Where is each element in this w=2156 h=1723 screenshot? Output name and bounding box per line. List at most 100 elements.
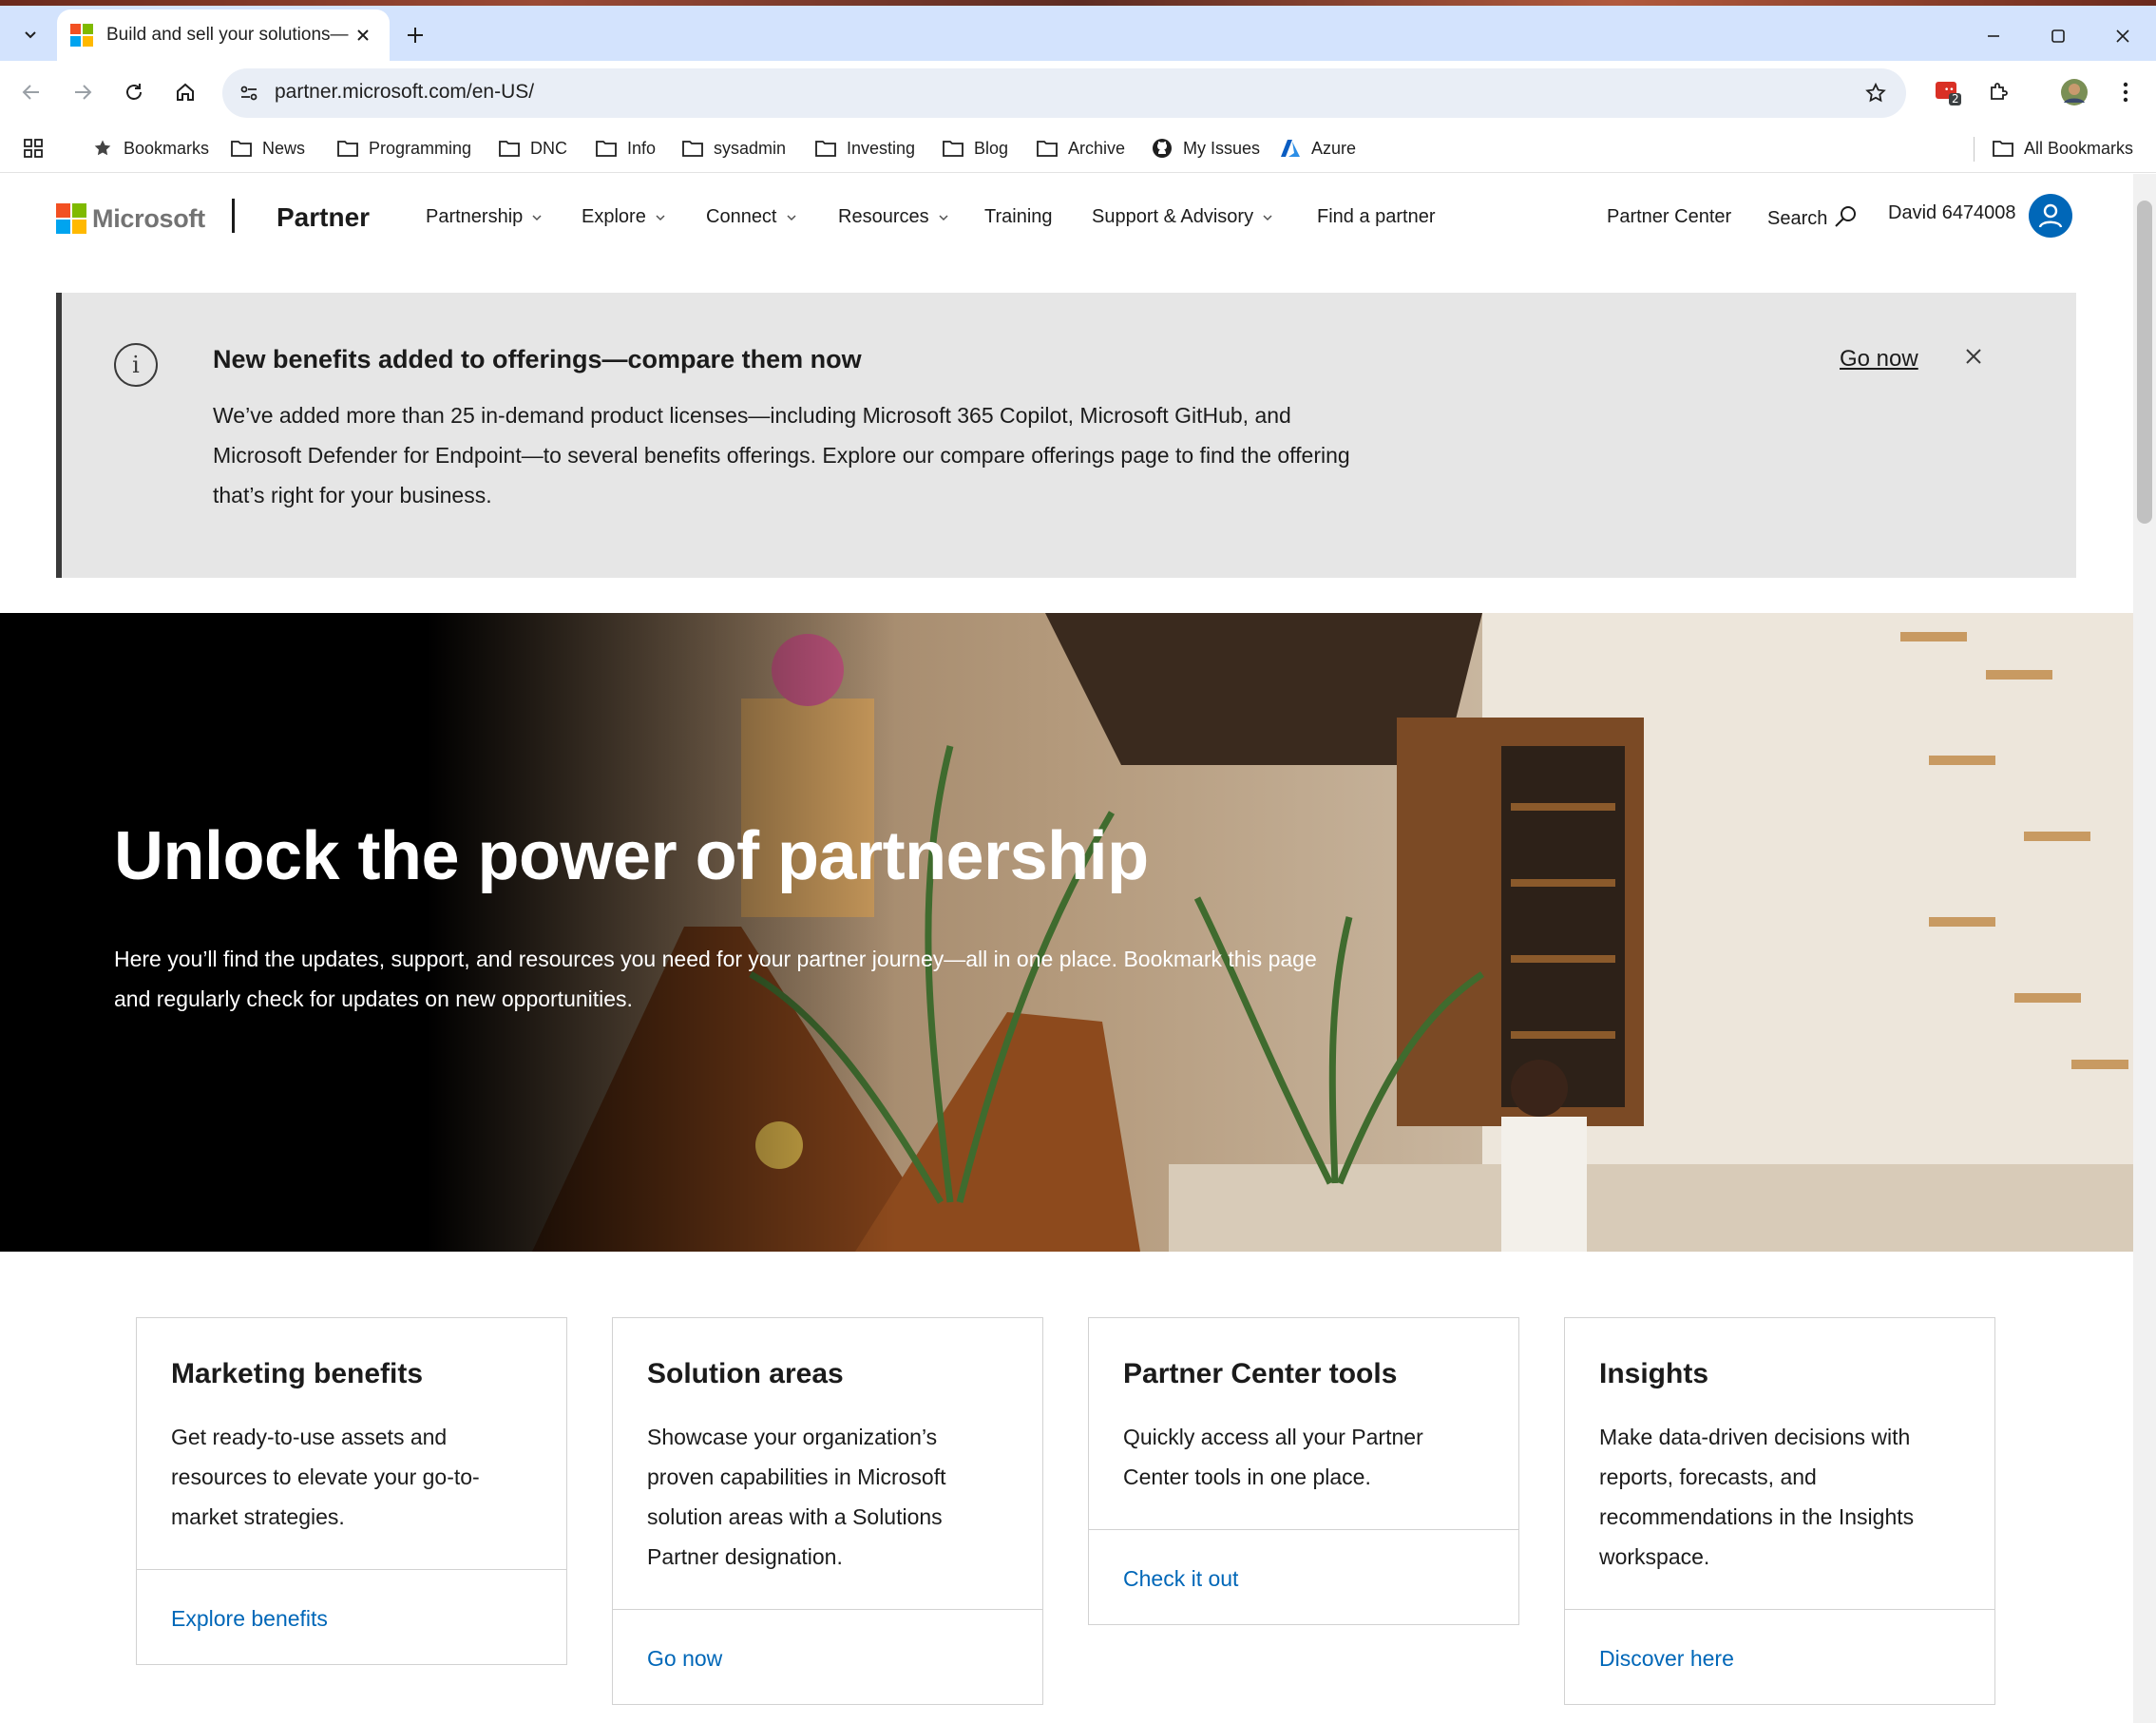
card-title: Insights [1599, 1358, 1709, 1389]
bookmark-label: Blog [974, 138, 1009, 158]
microsoft-wordmark: Microsoft [92, 203, 205, 233]
bookmark-label: Investing [847, 138, 916, 158]
scrollbar-thumb[interactable] [2137, 201, 2152, 524]
banner-go-now-link[interactable]: Go now [1840, 346, 1918, 373]
nav-label: Support & Advisory [1092, 206, 1254, 227]
search-button[interactable]: Search [1767, 202, 1858, 230]
back-button[interactable] [12, 73, 50, 111]
active-tab[interactable]: Build and sell your solutions— [57, 10, 390, 61]
partner-site-title[interactable]: Partner [277, 202, 370, 233]
card-solution-areas: Solution areas Showcase your organizatio… [612, 1317, 1043, 1705]
maximize-icon [2051, 29, 2065, 43]
page-scrollbar[interactable] [2133, 174, 2156, 1723]
bookmark-label: My Issues [1183, 138, 1261, 158]
bookmark-blog[interactable]: Blog [942, 135, 1008, 162]
apps-grid-icon [24, 139, 43, 158]
profile-button[interactable] [2055, 73, 2093, 111]
discover-here-link[interactable]: Discover here [1599, 1646, 1734, 1671]
bookmark-programming[interactable]: Programming [336, 135, 471, 162]
folder-icon [498, 137, 521, 160]
brand-divider [232, 199, 235, 233]
reload-icon [126, 84, 142, 100]
card-text: Make data-driven decisions with reports,… [1599, 1425, 1915, 1569]
bookmark-investing[interactable]: Investing [814, 135, 915, 162]
extension-button[interactable]: •• 2 [1929, 73, 1967, 111]
folder-icon [595, 137, 618, 160]
browser-menu-button[interactable] [2107, 73, 2145, 111]
signed-in-user[interactable]: David 6474008 [1888, 202, 2016, 224]
close-window-button[interactable] [2104, 17, 2142, 55]
bookmark-news[interactable]: News [230, 135, 305, 162]
tab-search-button[interactable] [11, 15, 49, 53]
card-partner-center-tools: Partner Center tools Quickly access all … [1088, 1317, 1519, 1625]
bookmarks-bar: Bookmarks News Programming DNC Info sysadmin I… [0, 124, 2156, 173]
nav-support-advisory[interactable]: Support & Advisory [1092, 206, 1274, 228]
forward-button[interactable] [64, 73, 102, 111]
user-name: David 6474008 [1888, 202, 2016, 223]
close-icon [2116, 29, 2129, 43]
nav-find-a-partner[interactable]: Find a partner [1317, 206, 1436, 228]
bookmark-my-issues[interactable]: My Issues [1151, 135, 1260, 162]
bookmark-label: Azure [1311, 138, 1357, 158]
check-it-out-link[interactable]: Check it out [1123, 1566, 1238, 1591]
explore-benefits-link[interactable]: Explore benefits [171, 1606, 328, 1631]
solution-areas-go-now-link[interactable]: Go now [647, 1646, 722, 1671]
reload-button[interactable] [115, 73, 153, 111]
folder-icon [1036, 137, 1059, 160]
bookmark-label: Archive [1068, 138, 1126, 158]
bookmark-azure[interactable]: Azure [1279, 135, 1356, 162]
bookmark-archive[interactable]: Archive [1036, 135, 1125, 162]
puzzle-icon [1991, 83, 2008, 100]
new-tab-button[interactable] [399, 19, 431, 51]
minimize-icon [1988, 35, 1999, 37]
bookmark-sysadmin[interactable]: sysadmin [681, 135, 786, 162]
search-icon [1835, 205, 1857, 227]
person-icon [2038, 203, 2063, 228]
nav-label: Resources [838, 206, 929, 227]
minimize-button[interactable] [1975, 17, 2013, 55]
all-bookmarks-button[interactable]: All Bookmarks [1992, 135, 2133, 162]
user-avatar[interactable] [2029, 194, 2072, 238]
url-text[interactable]: partner.microsoft.com/en-US/ [275, 81, 534, 104]
microsoft-logo[interactable]: Microsoft [56, 203, 205, 234]
address-bar[interactable]: partner.microsoft.com/en-US/ [222, 68, 1906, 118]
card-title: Partner Center tools [1123, 1358, 1398, 1389]
bookmark-label: DNC [530, 138, 567, 158]
banner-title: New benefits added to offerings—compare … [213, 345, 862, 373]
nav-label: Connect [706, 206, 777, 227]
hero-title: Unlock the power of partnership [114, 818, 1149, 894]
bookmark-dnc[interactable]: DNC [498, 135, 567, 162]
site-header: Microsoft Partner Partnership Explore Co… [0, 174, 2133, 288]
nav-label: Find a partner [1317, 206, 1436, 227]
nav-connect[interactable]: Connect [706, 206, 798, 228]
bookmark-label: Programming [369, 138, 472, 158]
home-button[interactable] [166, 73, 204, 111]
folder-icon [942, 137, 964, 160]
info-icon: i [114, 343, 158, 387]
bookmark-bookmarks[interactable]: Bookmarks [91, 135, 209, 162]
nav-explore[interactable]: Explore [582, 206, 667, 228]
banner-close-button[interactable] [1961, 344, 1986, 369]
apps-button[interactable] [23, 135, 44, 162]
chevron-down-icon [785, 211, 798, 224]
more-vertical-icon [2123, 82, 2128, 103]
nav-training[interactable]: Training [984, 206, 1053, 228]
bookmark-star-button[interactable] [1862, 80, 1889, 106]
maximize-button[interactable] [2039, 17, 2077, 55]
star-outline-icon [1865, 82, 1886, 103]
chevron-down-icon [25, 31, 36, 39]
card-text: Get ready-to-use assets and resources to… [171, 1425, 480, 1529]
partner-center-link[interactable]: Partner Center [1607, 206, 1731, 228]
extensions-menu-button[interactable] [1979, 73, 2017, 111]
nav-partnership[interactable]: Partnership [426, 206, 544, 228]
arrow-right-icon [75, 85, 92, 100]
nav-resources[interactable]: Resources [838, 206, 950, 228]
card-marketing-benefits: Marketing benefits Get ready-to-use asse… [136, 1317, 567, 1665]
tab-close-button[interactable] [350, 22, 376, 48]
plus-icon [408, 28, 423, 43]
card-text: Showcase your organization’s proven capa… [647, 1425, 946, 1569]
site-info-icon[interactable] [236, 80, 262, 106]
browser-toolbar: partner.microsoft.com/en-US/ •• 2 [0, 61, 2156, 124]
bookmark-info[interactable]: Info [595, 135, 656, 162]
nav-label: Training [984, 206, 1053, 227]
